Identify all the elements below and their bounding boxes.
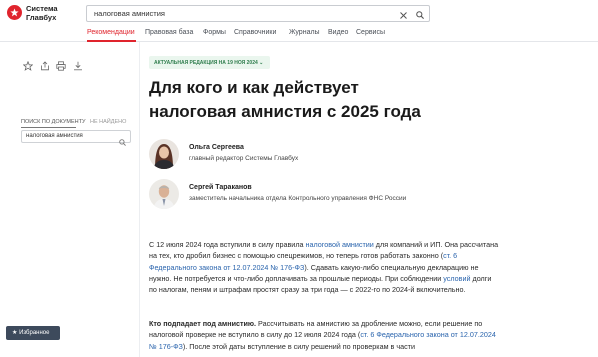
avatar: [149, 179, 179, 209]
clear-icon[interactable]: [400, 6, 407, 24]
paragraph-text: С 12 июля 2024 года вступили в силу прав…: [149, 240, 306, 249]
tab-active-indicator: [21, 127, 76, 128]
share-icon[interactable]: [40, 58, 50, 76]
search-input-value: налоговая амнистия: [94, 9, 165, 18]
edition-badge[interactable]: АКТУАЛЬНАЯ РЕДАКЦИЯ НА 19 НОЯ 2024 ⌄: [149, 56, 270, 69]
star-icon: ★: [12, 330, 18, 336]
logo-text[interactable]: Система Главбух: [26, 4, 58, 22]
main-nav: Рекомендации Правовая база Формы Справоч…: [0, 26, 598, 42]
edition-badge-text: АКТУАЛЬНАЯ РЕДАКЦИЯ НА 19 НОЯ 2024: [154, 60, 258, 66]
nav-item-video[interactable]: Видео: [328, 29, 348, 36]
search-icon[interactable]: [416, 6, 424, 24]
chevron-down-icon: ⌄: [259, 60, 264, 66]
document-search-value: налоговая амнистия: [26, 133, 83, 139]
author-role: заместитель начальника отдела Контрольно…: [189, 195, 407, 202]
nav-item-references[interactable]: Справочники: [234, 29, 276, 36]
article-title: Для кого и как действует налоговая амнис…: [149, 78, 421, 121]
amnesty-link[interactable]: налоговой амнистии: [306, 240, 374, 249]
paragraph-heading: Кто подпадает под амнистию.: [149, 319, 257, 328]
document-search-input[interactable]: налоговая амнистия: [21, 130, 131, 146]
nav-item-journals[interactable]: Журналы: [289, 29, 320, 36]
author-card: Сергей Тараканов заместитель начальника …: [149, 179, 499, 215]
download-icon[interactable]: [73, 58, 83, 76]
avatar: [149, 139, 179, 169]
logo-line-1: Система: [26, 4, 58, 13]
top-header: Система Главбух налоговая амнистия: [0, 0, 598, 26]
nav-item-services[interactable]: Сервисы: [356, 29, 385, 36]
nav-item-recommendations[interactable]: Рекомендации: [87, 29, 135, 36]
left-sidebar: ПОИСК ПО ДОКУМЕНТУ НЕ НАЙДЕНО налоговая …: [0, 42, 140, 357]
favorites-label: Избранное: [19, 330, 50, 336]
conditions-link[interactable]: условий: [443, 274, 470, 283]
print-icon[interactable]: [56, 58, 66, 76]
nav-item-legal-base[interactable]: Правовая база: [145, 29, 193, 36]
article-paragraph: С 12 июля 2024 года вступили в силу прав…: [149, 239, 499, 295]
logo-icon[interactable]: [7, 5, 22, 20]
author-role: главный редактор Системы Главбух: [189, 155, 299, 162]
tab-not-found[interactable]: НЕ НАЙДЕНО: [90, 119, 126, 125]
search-icon[interactable]: [119, 133, 126, 151]
paragraph-text: ). После этой даты вступление в силу реш…: [182, 341, 415, 351]
author-name[interactable]: Сергей Тараканов: [189, 184, 252, 191]
tab-search-in-document[interactable]: ПОИСК ПО ДОКУМЕНТУ: [21, 119, 86, 125]
star-icon[interactable]: [22, 58, 34, 76]
favorites-button[interactable]: ★ Избранное: [6, 326, 60, 340]
article-paragraph: Кто подпадает под амнистию. Рассчитывать…: [149, 318, 499, 352]
logo-line-2: Главбух: [26, 13, 57, 22]
author-name[interactable]: Ольга Сергеева: [189, 144, 244, 151]
author-card: Ольга Сергеева главный редактор Системы …: [149, 139, 499, 175]
nav-item-forms[interactable]: Формы: [203, 29, 226, 36]
search-input[interactable]: налоговая амнистия: [86, 5, 430, 22]
